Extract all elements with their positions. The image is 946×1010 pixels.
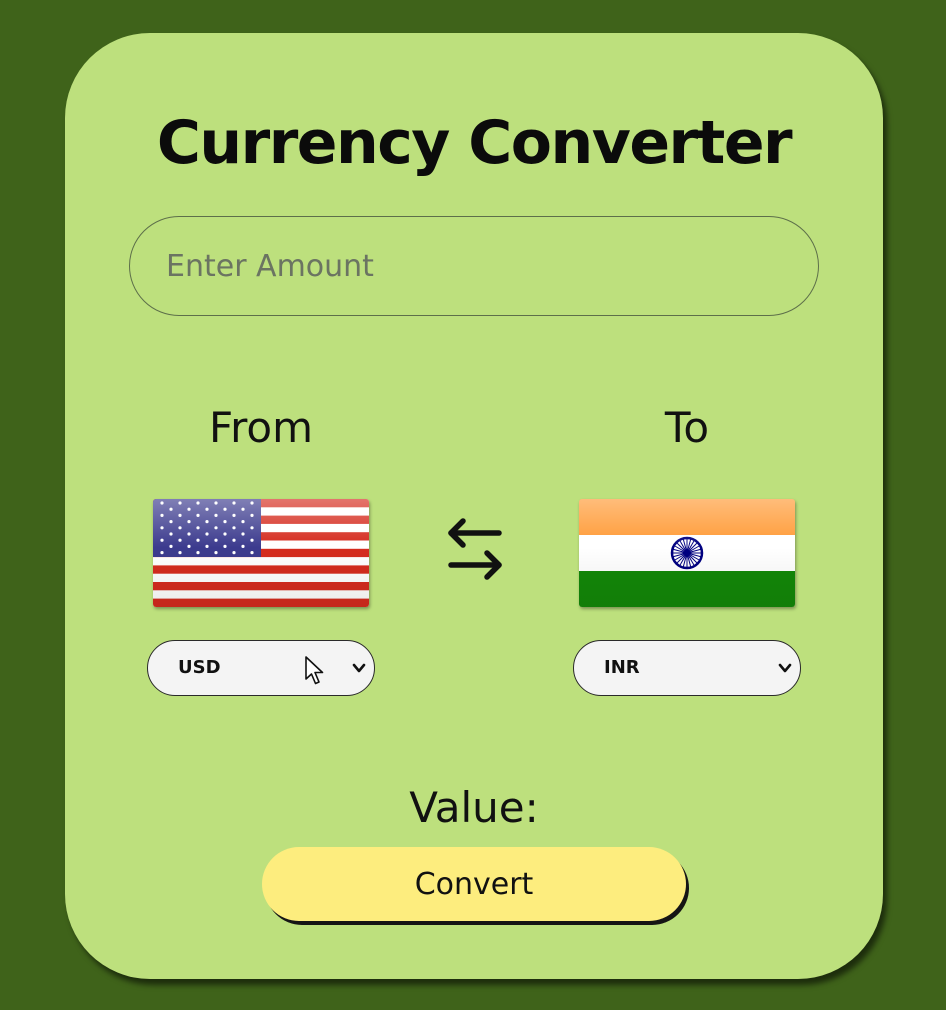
chevron-down-icon (352, 660, 366, 674)
mouse-cursor-icon (304, 655, 326, 687)
amount-input[interactable] (129, 216, 819, 316)
from-label: From (208, 403, 314, 452)
page-title: Currency Converter (156, 108, 793, 178)
india-flag-icon (579, 499, 795, 607)
value-label: Value: (409, 783, 539, 832)
converter-card: Currency Converter From To (65, 33, 883, 979)
to-label: To (664, 403, 710, 452)
swap-arrows-icon[interactable] (443, 515, 507, 583)
chevron-down-icon (778, 660, 792, 674)
from-currency-value: USD (178, 657, 221, 678)
us-flag-icon (153, 499, 369, 607)
to-currency-value: INR (604, 657, 640, 678)
to-currency-select[interactable]: INR (573, 640, 801, 696)
convert-button[interactable]: Convert (262, 847, 686, 921)
from-currency-select[interactable]: USD (147, 640, 375, 696)
result-value: Value: (65, 783, 883, 832)
